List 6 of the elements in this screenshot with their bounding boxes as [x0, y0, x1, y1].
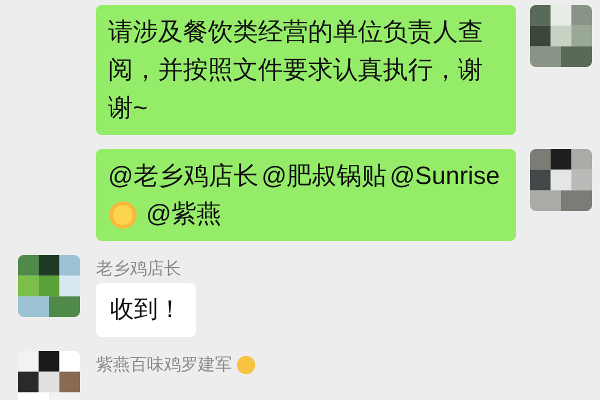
message-bubble: 请涉及餐饮类经营的单位负责人查阅，并按照文件要求认真执行，谢谢~: [96, 5, 516, 135]
sender-name: 紫燕百味鸡罗建军: [96, 355, 232, 375]
message-bubble: 收到！: [96, 283, 196, 337]
message-bubble: @老乡鸡店长 @肥叔锅贴 @Sunrise @紫燕: [96, 149, 516, 241]
sender-name: 老乡鸡店长: [96, 259, 181, 279]
sun-emoji-icon: [108, 200, 138, 230]
